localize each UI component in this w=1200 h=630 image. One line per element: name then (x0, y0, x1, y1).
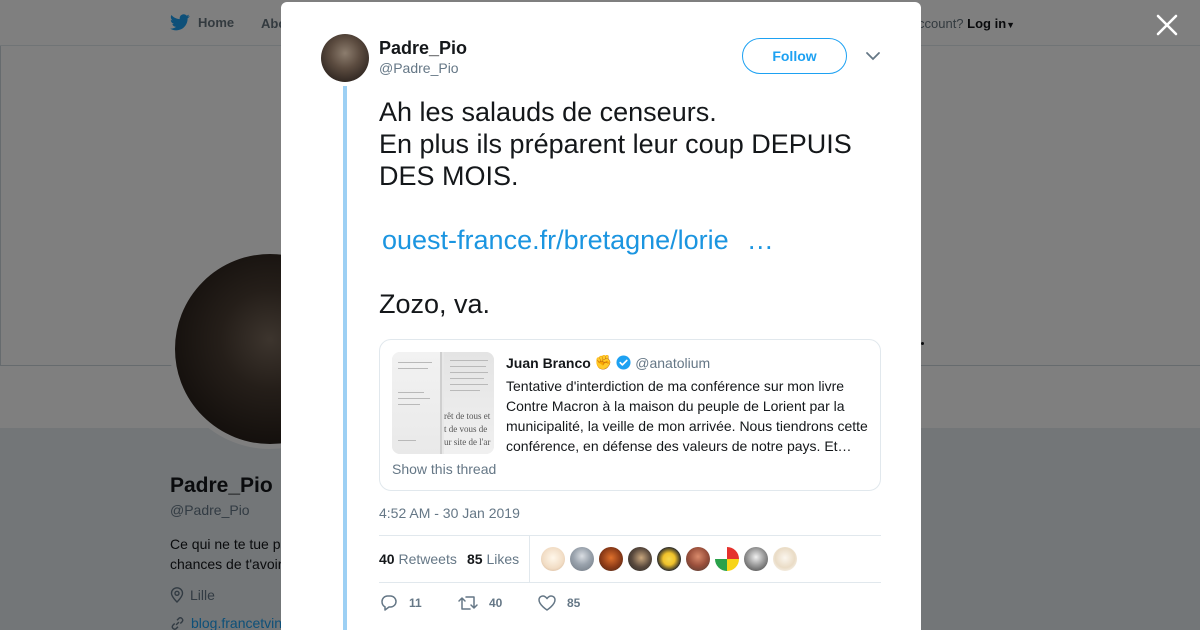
doc-line (398, 368, 428, 369)
verified-badge-icon (616, 355, 631, 370)
retweet-count: 40 (489, 596, 503, 610)
like-count: 85 (567, 596, 581, 610)
likes-stat[interactable]: 85 Likes (467, 551, 519, 567)
tweet-modal: Padre_Pio @Padre_Pio Follow Ah les salau… (281, 2, 921, 630)
doc-line (450, 378, 484, 379)
reply-button[interactable]: 11 (379, 594, 457, 612)
follow-button[interactable]: Follow (742, 38, 847, 74)
quoted-tweet-text: Tentative d'interdiction de ma conférenc… (506, 378, 868, 454)
doc-line (398, 398, 430, 399)
like-button[interactable]: 85 (537, 594, 617, 612)
retweets-count: 40 (379, 551, 395, 567)
reply-icon (381, 595, 397, 611)
liker-avatar[interactable] (628, 547, 652, 571)
reply-count: 11 (409, 596, 422, 610)
likes-count: 85 (467, 551, 483, 567)
thumbnail-text-line: t de vous de (444, 424, 488, 434)
doc-line (450, 372, 488, 373)
chevron-down-icon[interactable] (864, 49, 882, 63)
retweets-stat-label: Retweets (398, 551, 457, 567)
thread-line (343, 86, 347, 630)
retweet-icon (458, 596, 478, 610)
doc-line (450, 390, 480, 391)
liker-avatar[interactable] (686, 547, 710, 571)
tweet-text-line: En plus ils préparent leur coup DEPUIS D… (379, 129, 852, 191)
quoted-author-handle: @anatolium (635, 354, 711, 371)
doc-line (398, 404, 420, 405)
document-page-left (392, 352, 442, 454)
quoted-tweet-header: Juan Branco ✊ @anatolium (506, 354, 710, 371)
doc-line (398, 440, 416, 441)
doc-line (398, 392, 424, 393)
quoted-author-name: Juan Branco (506, 354, 591, 371)
liker-avatar[interactable] (599, 547, 623, 571)
liker-avatar[interactable] (541, 547, 565, 571)
tweet-link-ellipsis: … (746, 225, 774, 255)
liker-avatar[interactable] (744, 547, 768, 571)
liker-avatar[interactable] (657, 547, 681, 571)
quoted-tweet-card[interactable]: rêt de tous et t de vous de ur site de l… (379, 339, 881, 491)
doc-line (450, 360, 488, 361)
author-avatar[interactable] (321, 34, 369, 82)
tweet-link-text: ouest-france.fr/bretagne/lorie (382, 225, 729, 255)
retweet-button[interactable]: 40 (457, 594, 537, 612)
tweet-actions: 11 40 85 (379, 594, 617, 612)
tweet-timestamp[interactable]: 4:52 AM - 30 Jan 2019 (379, 505, 520, 521)
tweet-link[interactable]: ouest-france.fr/bretagne/lorie … (382, 224, 774, 256)
heart-icon (538, 595, 556, 611)
liker-avatar[interactable] (773, 547, 797, 571)
show-thread-link[interactable]: Show this thread (392, 461, 496, 477)
tweet-text-line: Ah les salauds de censeurs. (379, 97, 717, 127)
close-icon[interactable] (1154, 12, 1180, 38)
likes-stat-label: Likes (486, 551, 520, 567)
author-name[interactable]: Padre_Pio (379, 38, 467, 59)
tweet-text-tail: Zozo, va. (379, 289, 491, 319)
tweet-text: Ah les salauds de censeurs. En plus ils … (379, 96, 879, 192)
retweets-stat[interactable]: 40 Retweets (379, 551, 457, 567)
doc-line (450, 384, 488, 385)
stats-divider (529, 536, 530, 583)
thumbnail-text: rêt de tous et t de vous de ur site de l… (444, 410, 490, 449)
tweet-stats: 40 Retweets 85 Likes (379, 535, 881, 583)
author-handle[interactable]: @Padre_Pio (379, 60, 459, 76)
raised-fist-emoji: ✊ (594, 354, 613, 370)
quoted-tweet-thumbnail[interactable]: rêt de tous et t de vous de ur site de l… (392, 352, 494, 454)
doc-line (450, 366, 486, 367)
liker-avatars (541, 547, 797, 571)
doc-line (398, 362, 432, 363)
thumbnail-text-line: rêt de tous et (444, 411, 491, 421)
liker-avatar[interactable] (715, 547, 739, 571)
thumbnail-text-line: ur site de l'ar (444, 437, 491, 447)
liker-avatar[interactable] (570, 547, 594, 571)
